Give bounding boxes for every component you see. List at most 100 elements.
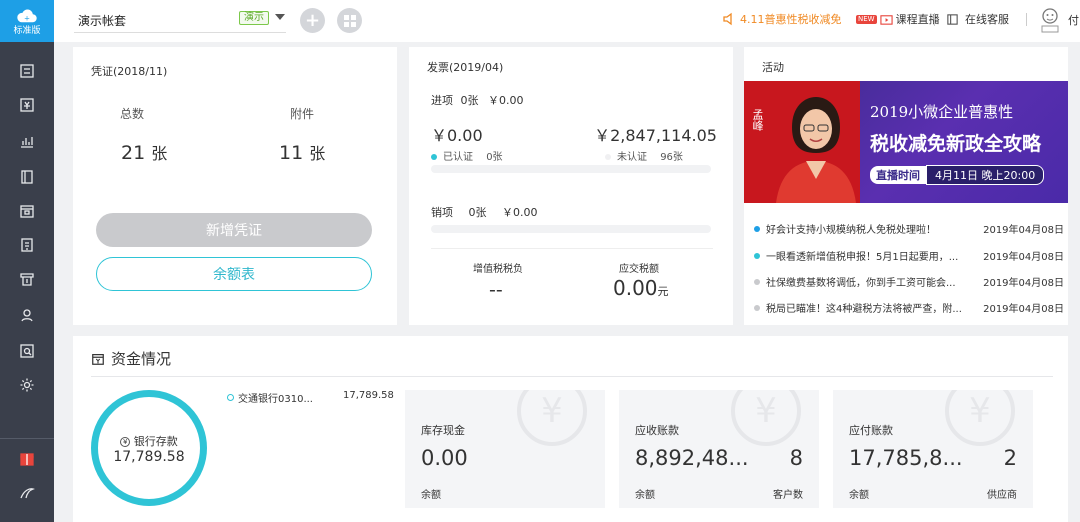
pay-link[interactable]: 付	[1068, 12, 1079, 28]
grid-menu-button[interactable]	[337, 8, 362, 33]
add-account-button[interactable]: +	[300, 8, 325, 33]
banner-live-tag: 直播时间	[870, 166, 926, 184]
live-label: 课程直播	[895, 13, 940, 26]
uncertified-dot	[605, 154, 611, 160]
grid-icon	[343, 14, 356, 27]
receivable-tile[interactable]: ¥ 应收账款 8,892,48... 余额 8 客户数	[619, 390, 819, 508]
report-nav-icon[interactable]	[18, 132, 36, 150]
ring-label-row: ¥ 银行存款	[98, 433, 200, 449]
certified-amount: ￥0.00	[431, 126, 483, 145]
salary-nav-icon[interactable]	[18, 306, 36, 324]
edition-label: 标准版	[13, 25, 41, 36]
output-progress-bar	[431, 225, 711, 233]
certified-label: 已认证	[443, 152, 473, 163]
news-dot	[754, 278, 760, 285]
tax-nav-icon[interactable]	[18, 270, 36, 288]
svg-text:+: +	[24, 13, 30, 22]
banner-live-time: 直播时间 4月11日 晚上20:00	[870, 165, 1045, 185]
settings-gear-icon[interactable]	[18, 376, 36, 394]
uncertified-label: 未认证	[617, 152, 647, 163]
certified-row: 已认证 0张	[431, 148, 503, 163]
tax-payable-unit: 元	[657, 285, 669, 298]
news-text: 好会计支持小规模纳税人免税处理啦！	[766, 225, 936, 236]
certified-dot	[431, 154, 437, 160]
tile-sub: 余额	[421, 490, 441, 501]
news-dot	[754, 304, 760, 311]
voucher-nav-icon[interactable]	[18, 62, 36, 80]
ring-value: 17,789.58	[113, 449, 185, 465]
news-dot	[754, 225, 760, 232]
funds-header: 资金情况	[91, 348, 171, 369]
invoice-title: 发票(2019/04)	[427, 61, 504, 74]
cs-label: 在线客服	[965, 13, 1009, 26]
account-underline	[74, 32, 286, 33]
yuan-watermark-icon: ¥	[731, 390, 801, 446]
voucher-card: 凭证(2018/11) 总数 21 张 附件 11 张 新增凭证 余额表	[73, 47, 397, 325]
tile-sub: 余额	[635, 490, 655, 501]
bank-account-row[interactable]: 交通银行0310...	[227, 390, 313, 405]
account-selector[interactable]: 演示帐套	[78, 12, 126, 29]
new-badge: NEW	[856, 14, 877, 24]
tile-label: 应收账款	[635, 424, 679, 437]
voucher-total-value: 21	[121, 142, 146, 164]
invoice-nav-icon[interactable]	[18, 96, 36, 114]
output-count: 0张	[468, 206, 487, 219]
search-record-nav-icon[interactable]	[18, 342, 36, 360]
bank-dot	[227, 394, 234, 401]
coin-icon: ¥	[120, 437, 131, 447]
news-item[interactable]: 社保缴费基数将调低，你到手工资可能会... 2019年04月08日	[754, 274, 1064, 289]
news-item[interactable]: 好会计支持小规模纳税人免税处理啦！ 2019年04月08日	[754, 221, 1064, 236]
activity-banner[interactable]: 孟峰 2019小微企业普惠性 税收减免新政全攻略 直播时间 4月11日 晚上20…	[744, 81, 1068, 203]
news-text: 税局已瞄准！这4种避税方法将被严查，附...	[766, 304, 962, 315]
news-date: 2019年04月08日	[983, 252, 1064, 263]
balance-sheet-button[interactable]: 余额表	[96, 257, 372, 291]
yuan-watermark-icon: ¥	[517, 390, 587, 446]
gift-icon[interactable]	[18, 450, 36, 468]
ledger-nav-icon[interactable]	[18, 168, 36, 186]
news-item[interactable]: 税局已瞄准！这4种避税方法将被严查，附... 2019年04月08日	[754, 300, 1064, 315]
course-live-link[interactable]: NEW 课程直播	[856, 11, 940, 27]
news-date: 2019年04月08日	[983, 225, 1064, 236]
tax-payable-value: 0.00	[613, 276, 658, 300]
voucher-attach-value: 11	[279, 142, 304, 164]
tile-value: 17,785,8...	[849, 446, 963, 470]
voucher-total-label: 总数	[120, 107, 145, 121]
tile-sub: 余额	[849, 490, 869, 501]
online-service-link[interactable]: 在线客服	[946, 11, 1009, 27]
app-logo[interactable]: + 标准版	[0, 0, 54, 42]
input-progress-bar	[431, 165, 711, 173]
output-label: 销项	[431, 206, 453, 219]
news-item[interactable]: 一眼看透新增值税申报！5月1日起要用，... 2019年04月08日	[754, 248, 1064, 263]
voucher-attach-unit: 张	[309, 144, 326, 163]
payable-tile[interactable]: ¥ 应付账款 17,785,8... 余额 2 供应商	[833, 390, 1033, 508]
bank-amount: 17,789.58	[343, 390, 394, 401]
chevron-down-icon[interactable]	[275, 14, 285, 20]
promo-link[interactable]: 4.11普惠性税收减免	[722, 11, 842, 27]
news-text: 社保缴费基数将调低，你到手工资可能会...	[766, 278, 956, 289]
promo-text: 4.11普惠性税收减免	[740, 13, 842, 26]
cash-tile[interactable]: ¥ 库存现金 0.00 余额	[405, 390, 605, 508]
invoice-divider	[431, 248, 713, 249]
voucher-total-unit: 张	[151, 144, 168, 163]
ring-label: 银行存款	[133, 435, 178, 448]
invoice-card: 发票(2019/04) 进项 0张 ￥0.00 ￥0.00 已认证 0张 ￥2,…	[409, 47, 733, 325]
news-text: 一眼看透新增值税申报！5月1日起要用，...	[766, 252, 959, 263]
news-date: 2019年04月08日	[983, 278, 1064, 289]
book-icon	[947, 13, 958, 25]
uncertified-amount: ￥2,847,114.05	[594, 126, 717, 145]
brand-swoosh-icon[interactable]	[18, 484, 36, 502]
output-invoice-row: 销项 0张 ￥0.00	[431, 204, 538, 220]
input-amount: ￥0.00	[488, 94, 524, 107]
uncertified-count: 96张	[660, 152, 683, 163]
input-invoice-row: 进项 0张 ￥0.00	[431, 92, 524, 108]
sidebar-divider	[0, 438, 54, 439]
presenter-name: 孟峰	[751, 109, 764, 131]
bank-name: 交通银行0310...	[238, 394, 313, 405]
user-avatar-icon[interactable]	[1038, 6, 1062, 36]
funds-title: 资金情况	[111, 350, 172, 368]
asset-nav-icon[interactable]	[18, 236, 36, 254]
calendar-nav-icon[interactable]	[18, 202, 36, 220]
tile-value: 0.00	[421, 446, 468, 470]
cloud-icon: +	[17, 9, 37, 22]
add-voucher-button[interactable]: 新增凭证	[96, 213, 372, 247]
